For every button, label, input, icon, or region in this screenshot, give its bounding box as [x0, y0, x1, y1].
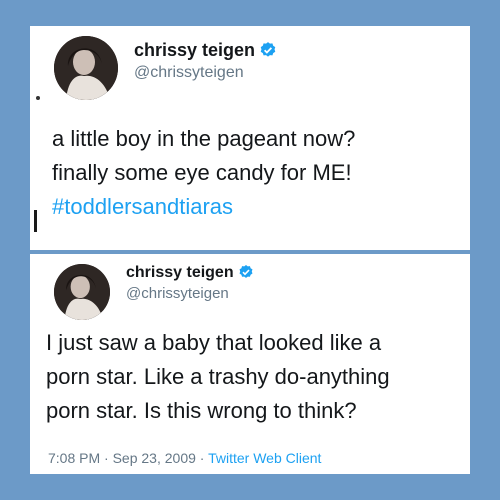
display-name[interactable]: chrissy teigen: [126, 264, 254, 282]
avatar[interactable]: [54, 264, 110, 320]
display-name-text[interactable]: chrissy teigen: [126, 264, 234, 281]
tweet-meta: 7:08 PM · Sep 23, 2009 · Twitter Web Cli…: [48, 450, 321, 466]
tweet-text: a little boy in the pageant now? finally…: [52, 122, 462, 224]
user-handle[interactable]: @chrissyteigen: [134, 64, 244, 82]
scan-artifact: [34, 210, 37, 232]
verified-badge-icon: [260, 42, 276, 57]
avatar-photo: [54, 264, 110, 320]
display-name[interactable]: chrissy teigen: [134, 40, 277, 61]
tweet-text: I just saw a baby that looked like a por…: [46, 330, 390, 423]
display-name-text[interactable]: chrissy teigen: [134, 40, 255, 60]
meta-separator: ·: [104, 450, 109, 466]
tweet-client-link[interactable]: Twitter Web Client: [208, 450, 321, 466]
tweet-card: chrissy teigen @chrissyteigen I just saw…: [30, 254, 470, 474]
avatar[interactable]: [54, 36, 118, 100]
user-handle[interactable]: @chrissyteigen: [126, 285, 229, 302]
tweet-card: chrissy teigen @chrissyteigen a little b…: [30, 26, 470, 250]
verified-badge-icon: [239, 265, 253, 278]
hashtag-link[interactable]: #toddlersandtiaras: [52, 194, 233, 219]
tweet-time[interactable]: 7:08 PM: [48, 450, 100, 466]
tweet-text-main: a little boy in the pageant now? finally…: [52, 126, 356, 185]
avatar-photo: [54, 36, 118, 100]
scan-artifact: [36, 96, 40, 100]
tweet-date[interactable]: Sep 23, 2009: [113, 450, 196, 466]
meta-separator: ·: [199, 450, 205, 466]
